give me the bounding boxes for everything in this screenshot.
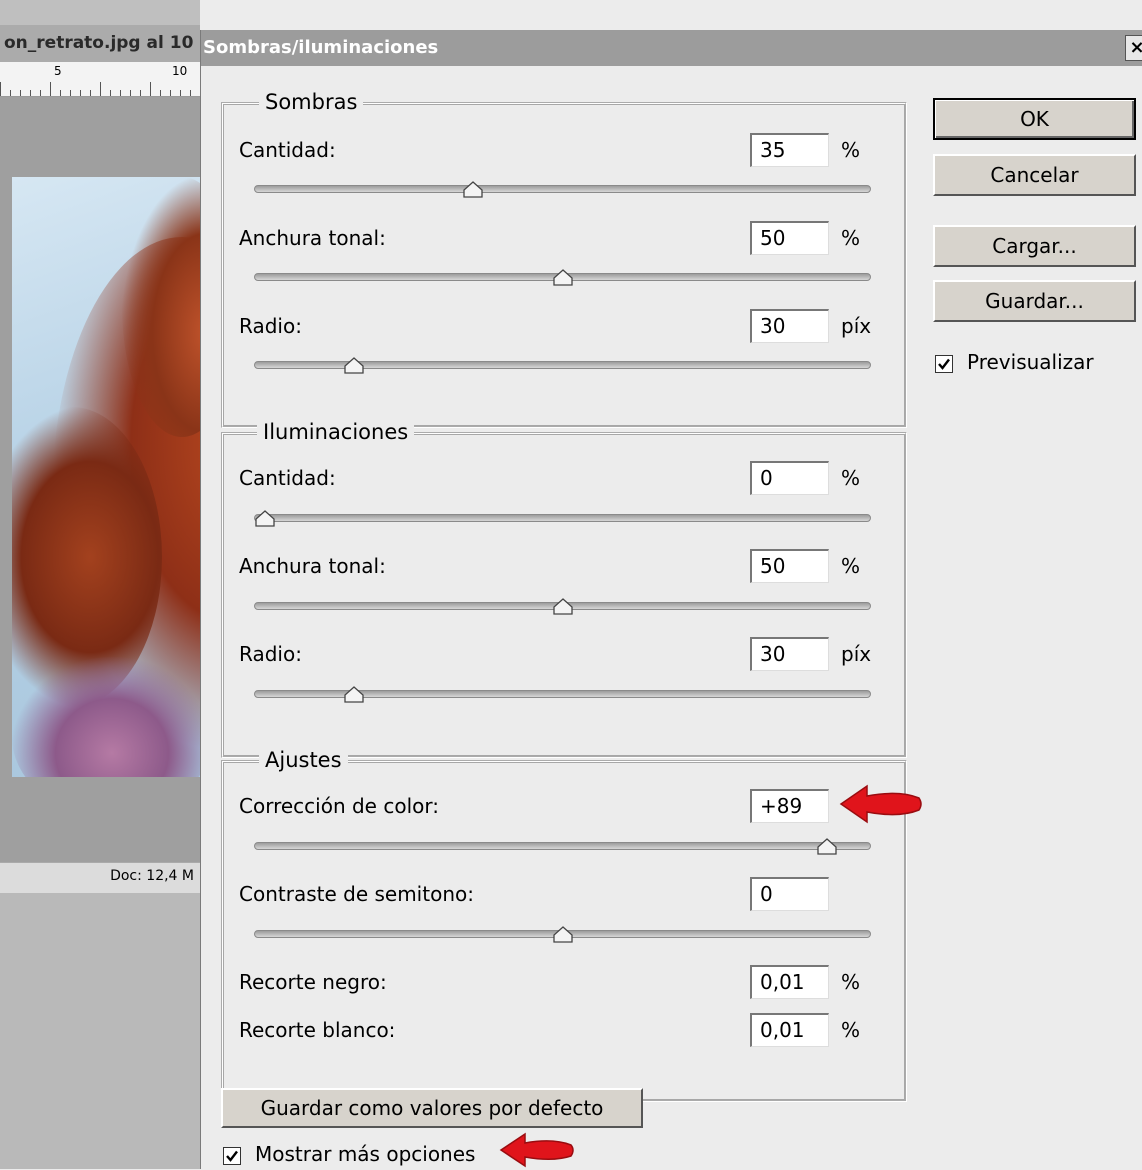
shadows-legend: Sombras	[259, 90, 364, 114]
black-clip-label: Recorte negro:	[239, 970, 387, 994]
shadows-amount-slider[interactable]	[254, 185, 871, 193]
ruler-tick	[150, 82, 151, 96]
highlights-radius-label: Radio:	[239, 642, 302, 666]
shadows-tonal-width-label: Anchura tonal:	[239, 226, 386, 250]
midtone-contrast-input[interactable]: 0	[750, 877, 829, 911]
horizontal-ruler: 5 10	[0, 62, 200, 97]
ruler-tick	[110, 90, 111, 96]
ruler-tick	[190, 90, 191, 96]
close-icon[interactable]: ×	[1125, 35, 1142, 61]
preview-label[interactable]: Previsualizar	[967, 350, 1094, 374]
shadows-tonal-width-input[interactable]: 50	[750, 221, 829, 255]
highlights-radius-input[interactable]: 30	[750, 637, 829, 671]
shadows-amount-input[interactable]: 35	[750, 133, 829, 167]
slider-thumb[interactable]	[552, 598, 574, 616]
percent-unit: %	[841, 554, 861, 578]
color-correction-slider[interactable]	[254, 842, 871, 850]
highlights-amount-input[interactable]: 0	[750, 461, 829, 495]
more-options-label[interactable]: Mostrar más opciones	[255, 1142, 475, 1166]
highlights-tonal-width-label: Anchura tonal:	[239, 554, 386, 578]
highlights-legend: Iluminaciones	[257, 420, 415, 444]
ruler-label: 10	[172, 64, 188, 78]
checkmark-icon	[938, 358, 950, 370]
percent-unit: %	[841, 466, 861, 490]
black-clip-input[interactable]: 0,01	[750, 965, 829, 999]
ruler-tick	[60, 90, 61, 96]
checkmark-icon	[226, 1150, 238, 1162]
white-clip-input[interactable]: 0,01	[750, 1013, 829, 1047]
ruler-tick	[20, 90, 21, 96]
percent-unit: %	[841, 138, 861, 162]
slider-thumb[interactable]	[552, 269, 574, 287]
background-document-window: on_retrato.jpg al 10 5 10 Doc: 12,4 M	[0, 0, 200, 1169]
portrait-photo	[12, 177, 200, 777]
white-clip-label: Recorte blanco:	[239, 1018, 396, 1042]
status-bar: Doc: 12,4 M	[0, 862, 200, 894]
dialog-title: Sombras/iluminaciones	[203, 37, 439, 58]
ruler-tick	[50, 82, 51, 96]
percent-unit: %	[841, 970, 861, 994]
load-button[interactable]: Cargar...	[933, 225, 1136, 267]
shadows-radius-label: Radio:	[239, 314, 302, 338]
ruler-tick	[10, 90, 11, 96]
slider-thumb[interactable]	[552, 926, 574, 944]
shadows-highlights-dialog: Sombras/iluminaciones × Sombras Cantidad…	[200, 30, 1142, 1169]
cancel-button[interactable]: Cancelar	[933, 154, 1136, 196]
slider-thumb[interactable]	[816, 838, 838, 856]
midtone-contrast-label: Contraste de semitono:	[239, 882, 474, 906]
dialog-title-bar[interactable]: Sombras/iluminaciones	[201, 30, 1142, 66]
pixel-unit: píx	[841, 314, 872, 338]
highlights-amount-label: Cantidad:	[239, 466, 336, 490]
highlights-tonal-width-input[interactable]: 50	[750, 549, 829, 583]
slider-thumb[interactable]	[343, 686, 365, 704]
slider-thumb[interactable]	[462, 181, 484, 199]
ruler-tick	[170, 90, 171, 96]
ruler-tick	[70, 90, 71, 96]
ruler-tick	[40, 90, 41, 96]
ruler-tick	[180, 90, 181, 96]
shadows-radius-input[interactable]: 30	[750, 309, 829, 343]
preview-checkbox[interactable]	[935, 355, 953, 373]
percent-unit: %	[841, 226, 861, 250]
shadows-amount-label: Cantidad:	[239, 138, 336, 162]
ruler-tick	[30, 90, 31, 96]
ruler-tick	[80, 90, 81, 96]
annotation-arrow-icon	[499, 1132, 574, 1168]
more-options-checkbox[interactable]	[223, 1147, 241, 1165]
ruler-tick	[0, 82, 1, 96]
slider-thumb[interactable]	[343, 357, 365, 375]
save-defaults-button[interactable]: Guardar como valores por defecto	[221, 1088, 643, 1128]
ok-button[interactable]: OK	[933, 98, 1136, 140]
ruler-label: 5	[54, 64, 62, 78]
highlights-amount-slider[interactable]	[254, 514, 871, 522]
ruler-tick	[100, 82, 101, 96]
pixel-unit: píx	[841, 642, 872, 666]
color-correction-label: Corrección de color:	[239, 794, 439, 818]
workspace-background	[0, 893, 200, 1169]
color-correction-input[interactable]: +89	[750, 789, 829, 823]
ruler-tick	[130, 90, 131, 96]
adjustments-legend: Ajustes	[259, 748, 348, 772]
document-tab-title[interactable]: on_retrato.jpg al 10	[0, 25, 200, 62]
percent-unit: %	[841, 1018, 861, 1042]
ruler-tick	[120, 90, 121, 96]
slider-thumb[interactable]	[254, 510, 276, 528]
annotation-arrow-icon	[839, 784, 922, 824]
save-button[interactable]: Guardar...	[933, 280, 1136, 322]
ruler-tick	[160, 90, 161, 96]
ruler-tick	[140, 90, 141, 96]
document-size-status[interactable]: Doc: 12,4 M	[110, 868, 194, 884]
ruler-tick	[90, 90, 91, 96]
